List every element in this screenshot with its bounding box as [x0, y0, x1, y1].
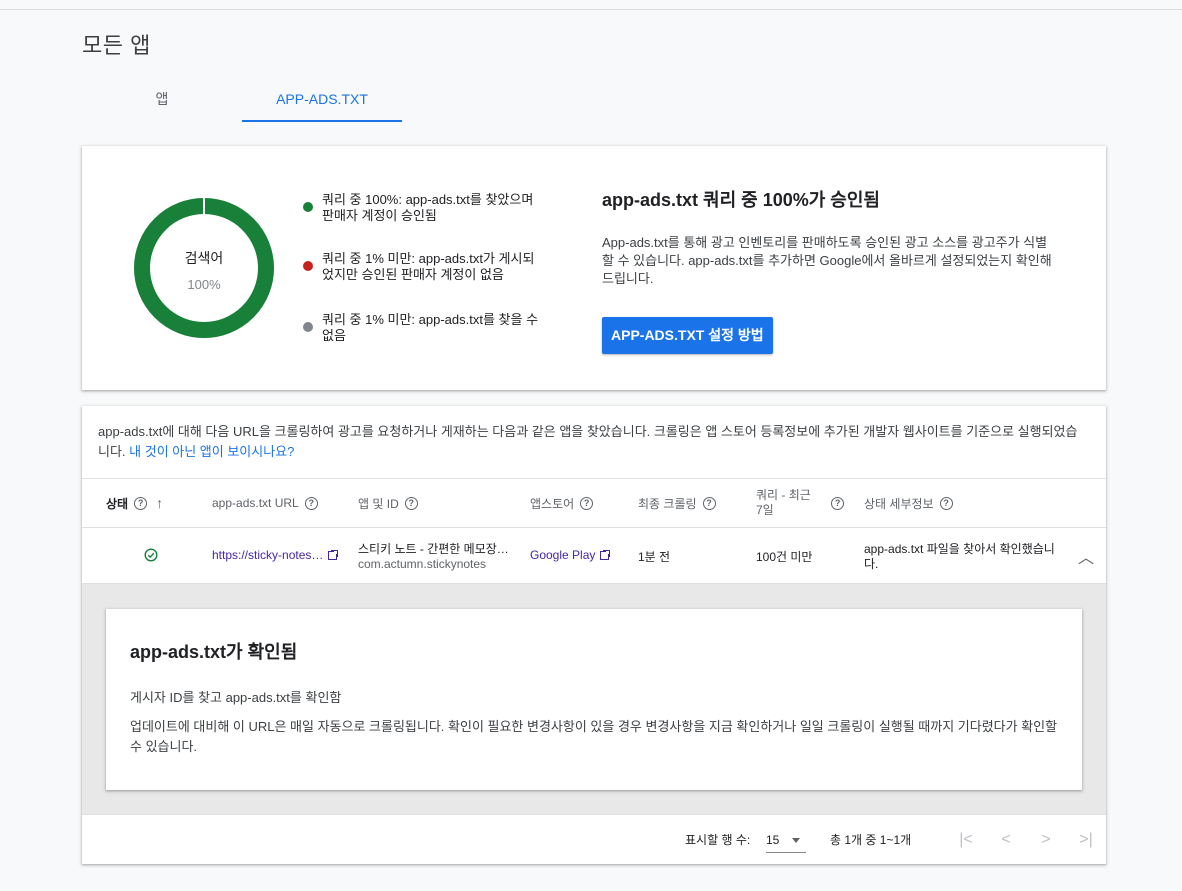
- tab-app-ads-txt[interactable]: APP-ADS.TXT: [242, 80, 402, 122]
- queries-cell: 100건 미만: [756, 550, 813, 564]
- legend-text: 쿼리 중 1% 미만: app-ads.txt를 찾을 수 없음: [322, 312, 539, 343]
- column-label: app-ads.txt URL: [212, 496, 299, 510]
- legend-text: 쿼리 중 1% 미만: app-ads.txt가 게시되었지만 승인된 판매자 …: [322, 251, 535, 282]
- rows-per-page-select[interactable]: 15: [766, 829, 806, 853]
- column-last-crawl: 최종 크롤링 ?: [638, 479, 716, 527]
- table-header: 상태 ? ↑ app-ads.txt URL ? 앱 및 ID ? 앱스토어 ?…: [82, 478, 1106, 528]
- tab-apps[interactable]: 앱: [82, 80, 242, 122]
- legend-item-approved: 쿼리 중 100%: app-ads.txt를 찾았으며 판매자 계정이 승인됨: [302, 192, 542, 224]
- tab-bar: 앱 APP-ADS.TXT: [82, 80, 1106, 122]
- top-divider: [0, 9, 1182, 10]
- table-footer: 표시할 행 수: 15 총 1개 중 1~1개 |< < > >|: [82, 816, 1106, 864]
- column-status-detail: 상태 세부정보 ?: [864, 479, 953, 527]
- store-cell: Google Play: [530, 548, 612, 562]
- column-url: app-ads.txt URL ?: [212, 479, 318, 527]
- column-label: 상태: [106, 496, 129, 511]
- legend-text: 쿼리 중 100%: app-ads.txt를 찾았으며 판매자 계정이 승인됨: [322, 192, 534, 223]
- column-label: 최종 크롤링: [638, 496, 697, 511]
- not-my-app-link[interactable]: 내 것이 아닌 앱이 보이시나요?: [129, 444, 294, 459]
- status-detail-cell: app-ads.txt 파일을 찾아서 확인했습니다.: [864, 542, 1055, 571]
- url-cell: https://sticky-notes…: [212, 548, 340, 562]
- summary-description: App-ads.txt를 통해 광고 인벤토리를 판매하도록 승인된 광고 소스…: [602, 235, 1052, 286]
- help-icon[interactable]: ?: [702, 496, 716, 510]
- help-icon[interactable]: ?: [939, 496, 953, 510]
- gray-dot-icon: [303, 322, 313, 332]
- column-queries: 쿼리 - 최근 7일 ?: [756, 479, 844, 527]
- donut-label: 검색어: [184, 250, 224, 266]
- column-store: 앱스토어 ?: [530, 479, 594, 527]
- app-name: 스티키 노트 - 간편한 메모장…: [358, 542, 509, 556]
- rows-per-page-label: 표시할 행 수:: [685, 833, 751, 847]
- app-id: com.actumn.stickynotes: [358, 557, 487, 571]
- chevron-up-icon[interactable]: ︿: [1078, 544, 1094, 568]
- summary-title: app-ads.txt 쿼리 중 100%가 승인됨: [602, 190, 880, 210]
- detail-card: app-ads.txt가 확인됨 게시자 ID를 찾고 app-ads.txt를…: [106, 609, 1082, 790]
- app-ads-table-card: app-ads.txt에 대해 다음 URL을 크롤링하여 광고를 요청하거나 …: [82, 406, 1106, 864]
- detail-summary: 게시자 ID를 찾고 app-ads.txt를 확인함: [130, 690, 342, 705]
- red-dot-icon: [303, 261, 313, 271]
- page-range: 총 1개 중 1~1개: [830, 833, 912, 847]
- summary-card: 검색어 100% 쿼리 중 100%: app-ads.txt를 찾았으며 판매…: [82, 146, 1106, 390]
- column-label: 앱 및 ID: [358, 496, 399, 511]
- store-link[interactable]: Google Play: [530, 548, 595, 562]
- green-dot-icon: [303, 202, 313, 212]
- first-page-icon[interactable]: |<: [954, 828, 978, 852]
- rows-per-page-value: 15: [766, 833, 780, 847]
- detail-title: app-ads.txt가 확인됨: [130, 642, 298, 662]
- help-icon[interactable]: ?: [304, 496, 318, 510]
- app-ads-url-link[interactable]: https://sticky-notes…: [212, 548, 323, 562]
- external-link-icon[interactable]: [600, 549, 612, 560]
- help-icon[interactable]: ?: [580, 496, 594, 510]
- help-icon[interactable]: ?: [831, 496, 844, 510]
- column-label: 앱스토어: [530, 496, 575, 511]
- legend-item-unapproved: 쿼리 중 1% 미만: app-ads.txt가 게시되었지만 승인된 판매자 …: [302, 251, 542, 283]
- setup-guide-button[interactable]: APP-ADS.TXT 설정 방법: [602, 317, 773, 354]
- last-crawl-cell: 1분 전: [638, 550, 671, 564]
- expanded-row-panel: app-ads.txt가 확인됨 게시자 ID를 찾고 app-ads.txt를…: [82, 584, 1106, 815]
- check-circle-icon: [144, 548, 158, 565]
- donut-approved-arc: [134, 198, 274, 338]
- table-row[interactable]: https://sticky-notes… 스티키 노트 - 간편한 메모장… …: [82, 528, 1106, 584]
- app-cell: 스티키 노트 - 간편한 메모장… com.actumn.stickynotes: [358, 542, 509, 572]
- sort-arrow-up-icon[interactable]: ↑: [156, 495, 163, 511]
- external-link-icon[interactable]: [328, 549, 340, 560]
- column-app-id: 앱 및 ID ?: [358, 479, 418, 527]
- help-icon[interactable]: ?: [134, 496, 148, 510]
- caret-down-icon: [792, 838, 800, 843]
- table-intro: app-ads.txt에 대해 다음 URL을 크롤링하여 광고를 요청하거나 …: [98, 422, 1088, 462]
- legend-item-not-found: 쿼리 중 1% 미만: app-ads.txt를 찾을 수 없음: [302, 312, 542, 344]
- approval-donut-chart: [134, 198, 274, 338]
- column-label: 쿼리 - 최근 7일: [756, 488, 811, 517]
- last-page-icon[interactable]: >|: [1074, 828, 1098, 852]
- column-status[interactable]: 상태 ? ↑: [106, 479, 163, 527]
- column-label: 상태 세부정보: [864, 496, 934, 511]
- detail-explanation: 업데이트에 대비해 이 URL은 매일 자동으로 크롤링됩니다. 확인이 필요한…: [130, 719, 1058, 754]
- help-icon[interactable]: ?: [404, 496, 418, 510]
- page-title: 모든 앱: [82, 33, 151, 58]
- next-page-icon[interactable]: >: [1034, 828, 1058, 852]
- donut-value: 100%: [187, 277, 221, 292]
- previous-page-icon[interactable]: <: [994, 828, 1018, 852]
